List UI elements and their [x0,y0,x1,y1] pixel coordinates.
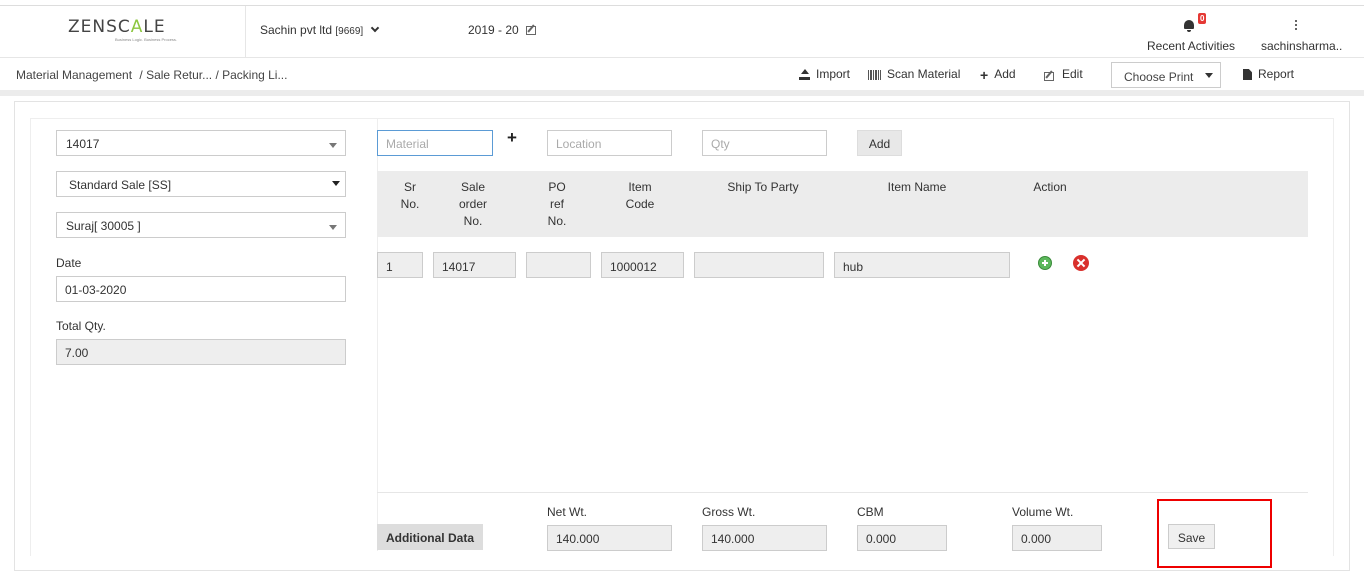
volume-wt-label: Volume Wt. [1012,505,1074,519]
row-ship-to-party[interactable] [694,252,824,278]
sale-type-value: Standard Sale [SS] [69,178,172,192]
document-select[interactable]: 14017 [56,130,346,156]
choose-print-value: Choose Print [1124,70,1194,84]
caret-down-icon [329,143,337,148]
main-panel: 14017 Standard Sale [SS] Suraj[ 30005 ] … [14,101,1350,571]
kebab-menu-icon [1295,20,1298,31]
total-qty-field: 7.00 [56,339,346,365]
recent-activities-button[interactable]: 0 Recent Activities [1147,12,1236,53]
company-selector[interactable]: Sachin pvt ltd [9669] [260,23,379,37]
delete-row-icon[interactable] [1073,255,1089,271]
row-po-ref-no[interactable] [526,252,591,278]
net-wt-label: Net Wt. [547,505,588,519]
sale-type-select[interactable]: Standard Sale [SS] [56,171,346,197]
company-code: [9669] [335,26,364,37]
breadcrumb: Material Management / Sale Retur... / Pa… [16,68,287,82]
logo-area[interactable]: ZENSCALE Business Logic. Business Proces… [0,6,246,58]
row-item-name: hub [834,252,1010,278]
gross-wt-field: 140.000 [702,525,827,551]
col-sale-order-no: Sale order No. [458,180,487,228]
col-ship-to-party: Ship To Party [727,180,799,194]
edit-icon [1044,72,1054,81]
edit-icon [526,26,537,35]
caret-down-icon [329,225,337,230]
location-input[interactable]: Location [547,130,672,156]
add-material-icon[interactable]: + [507,128,517,148]
net-wt-field: 140.000 [547,525,672,551]
recent-activities-label: Recent Activities [1147,39,1236,53]
scan-material-button[interactable]: Scan Material [868,67,960,81]
edit-button[interactable]: Edit [1044,67,1083,81]
top-bar: ZENSCALE Business Logic. Business Proces… [0,5,1364,58]
table-header: Sr No. Sale order No. PO ref No. Item Co… [377,171,1308,237]
add-item-button[interactable]: Add [857,130,902,156]
total-qty-label: Total Qty. [56,319,106,333]
scan-material-label: Scan Material [887,67,961,81]
party-select[interactable]: Suraj[ 30005 ] [56,212,346,238]
barcode-icon [868,70,881,80]
company-name: Sachin pvt ltd [260,23,333,37]
breadcrumb-item-material-management[interactable]: Material Management [16,68,132,82]
report-button[interactable]: Report [1243,67,1294,81]
highlight-box [1157,499,1272,568]
upload-icon [799,69,810,80]
gross-wt-label: Gross Wt. [702,505,756,519]
import-label: Import [816,67,851,81]
col-item-code: Item Code [625,180,655,211]
cbm-label: CBM [857,505,884,519]
col-item-name: Item Name [887,180,947,194]
import-button[interactable]: Import [799,67,850,81]
row-sr-no: 1 [377,252,423,278]
add-button[interactable]: + Add [980,67,1016,83]
additional-data-button[interactable]: Additional Data [377,524,483,550]
logo-tagline: Business Logic. Business Process. [115,37,178,42]
row-item-code: 1000012 [601,252,684,278]
caret-down-icon [1205,73,1213,78]
volume-wt-field: 0.000 [1012,525,1102,551]
chevron-down-icon [370,23,379,33]
financial-year-selector[interactable]: 2019 - 20 [468,23,537,37]
notification-badge: 0 [1198,13,1207,24]
edit-label: Edit [1062,67,1083,81]
choose-print-select[interactable]: Choose Print [1111,62,1221,88]
caret-down-icon [332,181,340,186]
date-field[interactable]: 01-03-2020 [56,276,346,302]
file-icon [1243,69,1252,80]
financial-year: 2019 - 20 [468,23,519,37]
form-container: 14017 Standard Sale [SS] Suraj[ 30005 ] … [30,118,1334,556]
sub-toolbar: Material Management / Sale Retur... / Pa… [0,58,1364,96]
material-input[interactable]: Material [377,130,493,156]
add-label: Add [994,67,1016,81]
user-menu[interactable]: sachinsharma.. [1258,12,1342,53]
logo: ZENSCALE [68,17,166,37]
cbm-field: 0.000 [857,525,947,551]
document-select-value: 14017 [66,137,100,151]
date-label: Date [56,256,82,270]
col-sr-no: Sr No. [400,180,420,211]
add-row-icon[interactable] [1038,256,1052,270]
qty-input[interactable]: Qty [702,130,827,156]
footer-divider [377,492,1308,493]
username: sachinsharma.. [1261,39,1343,53]
breadcrumb-item-current[interactable]: / Sale Retur... / Packing Li... [139,68,287,82]
party-value: Suraj[ 30005 ] [66,219,141,233]
bell-icon [1184,20,1194,32]
plus-icon: + [980,67,989,83]
row-sale-order-no: 14017 [433,252,516,278]
col-po-ref-no: PO ref No. [547,180,567,228]
col-action: Action [1033,180,1067,194]
report-label: Report [1258,67,1295,81]
